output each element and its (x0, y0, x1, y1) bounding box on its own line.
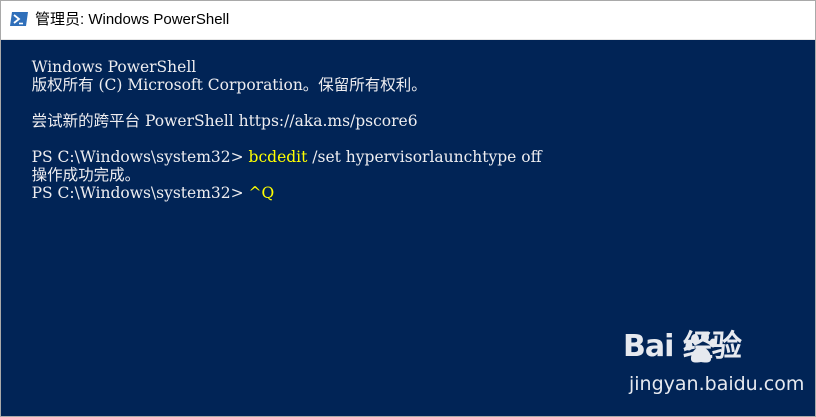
console-line: PS C:\Windows\system32> ^Q (2, 166, 275, 202)
baidu-jingyan-watermark: Bai 经验 jingyan.baidu.com (623, 329, 804, 405)
powershell-icon (9, 11, 29, 27)
watermark-site: jingyan.baidu.com (629, 373, 805, 395)
output-text: 尝试新的跨平台 PowerShell https://aka.ms/pscore… (31, 112, 418, 130)
command-args: /set hypervisorlaunchtype off (307, 148, 542, 166)
watermark-logo: Bai 经验 (623, 329, 742, 364)
console-line: PS C:\Windows\system32> bcdedit /set hyp… (2, 130, 542, 166)
console-line: 版权所有 (C) Microsoft Corporation。保留所有权利。 (2, 58, 427, 94)
window-title: 管理员: Windows PowerShell (35, 11, 230, 28)
command-text: bcdedit (248, 148, 308, 166)
paw-icon (683, 331, 723, 365)
output-text: 版权所有 (C) Microsoft Corporation。保留所有权利。 (31, 76, 427, 94)
console-line: 操作成功完成。 (2, 148, 141, 184)
powershell-window: 管理员: Windows PowerShell Windows PowerShe… (0, 0, 816, 417)
prompt-text: PS C:\Windows\system32> (31, 184, 249, 202)
console-line: 尝试新的跨平台 PowerShell https://aka.ms/pscore… (2, 94, 418, 130)
title-bar[interactable]: 管理员: Windows PowerShell (1, 1, 815, 40)
command-text: ^Q (248, 184, 275, 202)
console-line: Windows PowerShell (2, 40, 197, 76)
